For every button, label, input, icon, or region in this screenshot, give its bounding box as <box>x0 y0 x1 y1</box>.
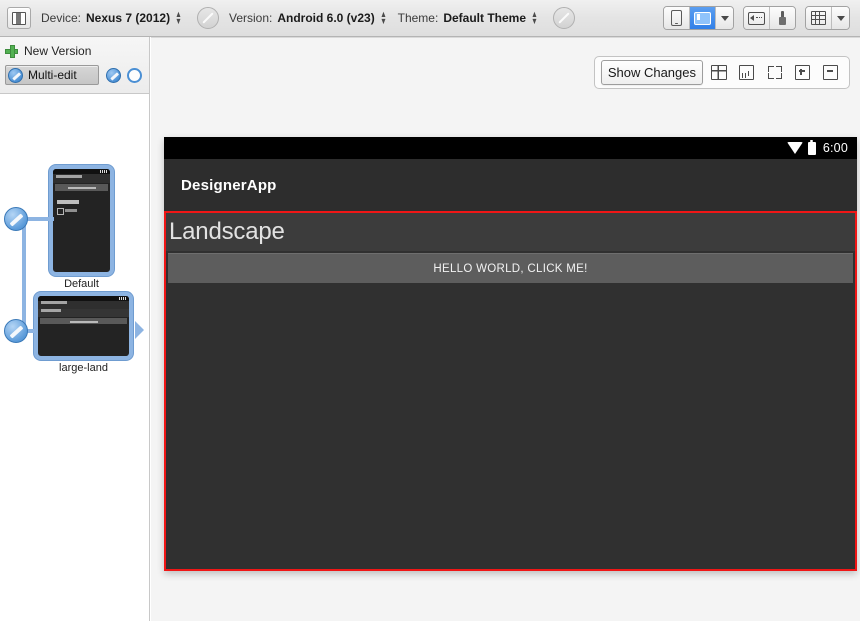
rtl-brush-button-group <box>743 6 796 30</box>
expand-corners-icon <box>767 66 782 79</box>
version-value[interactable]: Android 6.0 (v23) <box>277 11 374 25</box>
phone-portrait-icon <box>671 10 682 26</box>
split-view-button[interactable] <box>706 60 731 86</box>
green-plus-icon <box>5 44 18 58</box>
thumb-landscape-text <box>38 309 129 317</box>
design-canvas: Show Changes 6:00 DesignerApp Landscape <box>151 37 860 621</box>
thumb-button <box>55 184 108 191</box>
wifi-icon <box>786 142 803 154</box>
hello-world-button[interactable]: HELLO WORLD, CLICK ME! <box>168 253 853 283</box>
no-edit-circle-icon-2[interactable] <box>552 7 575 29</box>
thumb-button-2 <box>40 318 127 324</box>
brush-button[interactable] <box>770 7 795 29</box>
thumb-app-bar <box>53 174 110 183</box>
grid-view-button[interactable] <box>806 7 832 29</box>
battery-icon <box>807 139 816 155</box>
rtl-direction-button[interactable] <box>744 7 770 29</box>
portrait-orientation-button[interactable] <box>664 7 690 29</box>
pencil-node-icon-largeland[interactable] <box>4 319 28 343</box>
layout-editor-icon[interactable] <box>7 7 31 29</box>
top-toolbar: Device: Nexus 7 (2012) ▲ ▼ Version: Andro… <box>0 0 860 37</box>
grid-dropdown-button[interactable] <box>832 7 849 29</box>
toolbar-right-group <box>654 6 860 30</box>
landscape-orientation-button[interactable] <box>690 7 716 29</box>
extra-pencil-circle-icon[interactable] <box>106 67 121 83</box>
canvas-toolbar: Show Changes <box>593 56 850 89</box>
multi-edit-button[interactable]: Multi-edit <box>5 65 99 85</box>
thumb-text-line-2 <box>65 209 77 212</box>
fit-to-screen-button[interactable] <box>762 60 787 86</box>
new-version-label: New Version <box>24 44 92 58</box>
thumb-checkbox <box>57 208 64 215</box>
device-app-bar: DesignerApp <box>164 159 857 211</box>
sidebar-header: New Version Multi-edit <box>0 37 149 94</box>
variants-tree: Default large-land <box>0 94 149 621</box>
variant-default[interactable]: Default <box>49 165 114 290</box>
new-version-button[interactable]: New Version <box>5 41 149 61</box>
connector-line-vertical <box>22 217 26 333</box>
thumb-landscape-label <box>41 309 61 312</box>
variant-large-land-thumbnail[interactable] <box>34 292 133 360</box>
theme-label: Theme: <box>397 11 439 25</box>
app-bar-title: DesignerApp <box>181 176 277 194</box>
multi-edit-label: Multi-edit <box>28 68 77 82</box>
device-status-bar: 6:00 <box>164 137 857 159</box>
orientation-dropdown-button[interactable] <box>716 7 733 29</box>
zoom-in-icon <box>795 65 810 80</box>
device-label: Device: <box>41 11 82 25</box>
thumb-status-bar <box>53 169 110 174</box>
variants-sidebar: New Version Multi-edit Default large-lan… <box>0 37 150 621</box>
grid-button-group <box>805 6 850 30</box>
device-stepper[interactable]: ▲ ▼ <box>175 10 182 26</box>
paintbrush-icon <box>779 10 786 26</box>
back-arrow-box-icon <box>748 11 765 25</box>
device-value[interactable]: Nexus 7 (2012) <box>86 11 170 25</box>
landscape-text-label: Landscape <box>169 218 285 245</box>
zoom-out-button[interactable] <box>818 60 843 86</box>
split-layout-icon <box>710 65 727 80</box>
device-preview[interactable]: 6:00 DesignerApp Landscape HELLO WORLD, … <box>164 137 857 571</box>
phone-landscape-icon <box>694 11 711 25</box>
show-changes-button[interactable]: Show Changes <box>600 60 703 85</box>
bar-chart-icon <box>739 65 754 80</box>
theme-value[interactable]: Default Theme <box>443 11 526 25</box>
statistics-button[interactable] <box>734 60 759 86</box>
empty-circle-icon[interactable] <box>127 67 142 83</box>
status-time: 6:00 <box>822 141 848 155</box>
chevron-down-icon <box>720 15 729 21</box>
pencil-circle-icon <box>8 67 23 83</box>
sidebar-header-row2: Multi-edit <box>5 65 149 85</box>
no-edit-circle-icon[interactable] <box>196 7 219 29</box>
chevron-down-icon-2 <box>836 15 845 21</box>
zoom-in-button[interactable] <box>790 60 815 86</box>
landscape-text-view[interactable]: Landscape <box>166 213 855 251</box>
hello-world-button-label: HELLO WORLD, CLICK ME! <box>433 262 588 275</box>
thumb-text-line-1 <box>57 200 79 204</box>
theme-stepper[interactable]: ▲ ▼ <box>531 10 538 26</box>
thumb-app-bar-2 <box>38 301 129 309</box>
orientation-button-group <box>663 6 734 30</box>
selected-layout-container[interactable]: Landscape HELLO WORLD, CLICK ME! <box>164 211 857 571</box>
version-label: Version: <box>228 11 273 25</box>
pencil-node-icon-default[interactable] <box>4 207 28 231</box>
variant-selected-arrow <box>135 321 144 339</box>
thumb-app-title-2 <box>41 301 67 304</box>
variant-large-land[interactable]: large-land <box>34 292 133 374</box>
zoom-out-icon <box>823 65 838 80</box>
variant-default-caption: Default <box>64 278 99 290</box>
version-stepper[interactable]: ▲ ▼ <box>380 10 387 26</box>
variant-large-land-caption: large-land <box>59 362 108 374</box>
grid-icon <box>811 11 826 25</box>
variant-default-thumbnail[interactable] <box>49 165 114 276</box>
thumb-app-title <box>56 175 82 178</box>
